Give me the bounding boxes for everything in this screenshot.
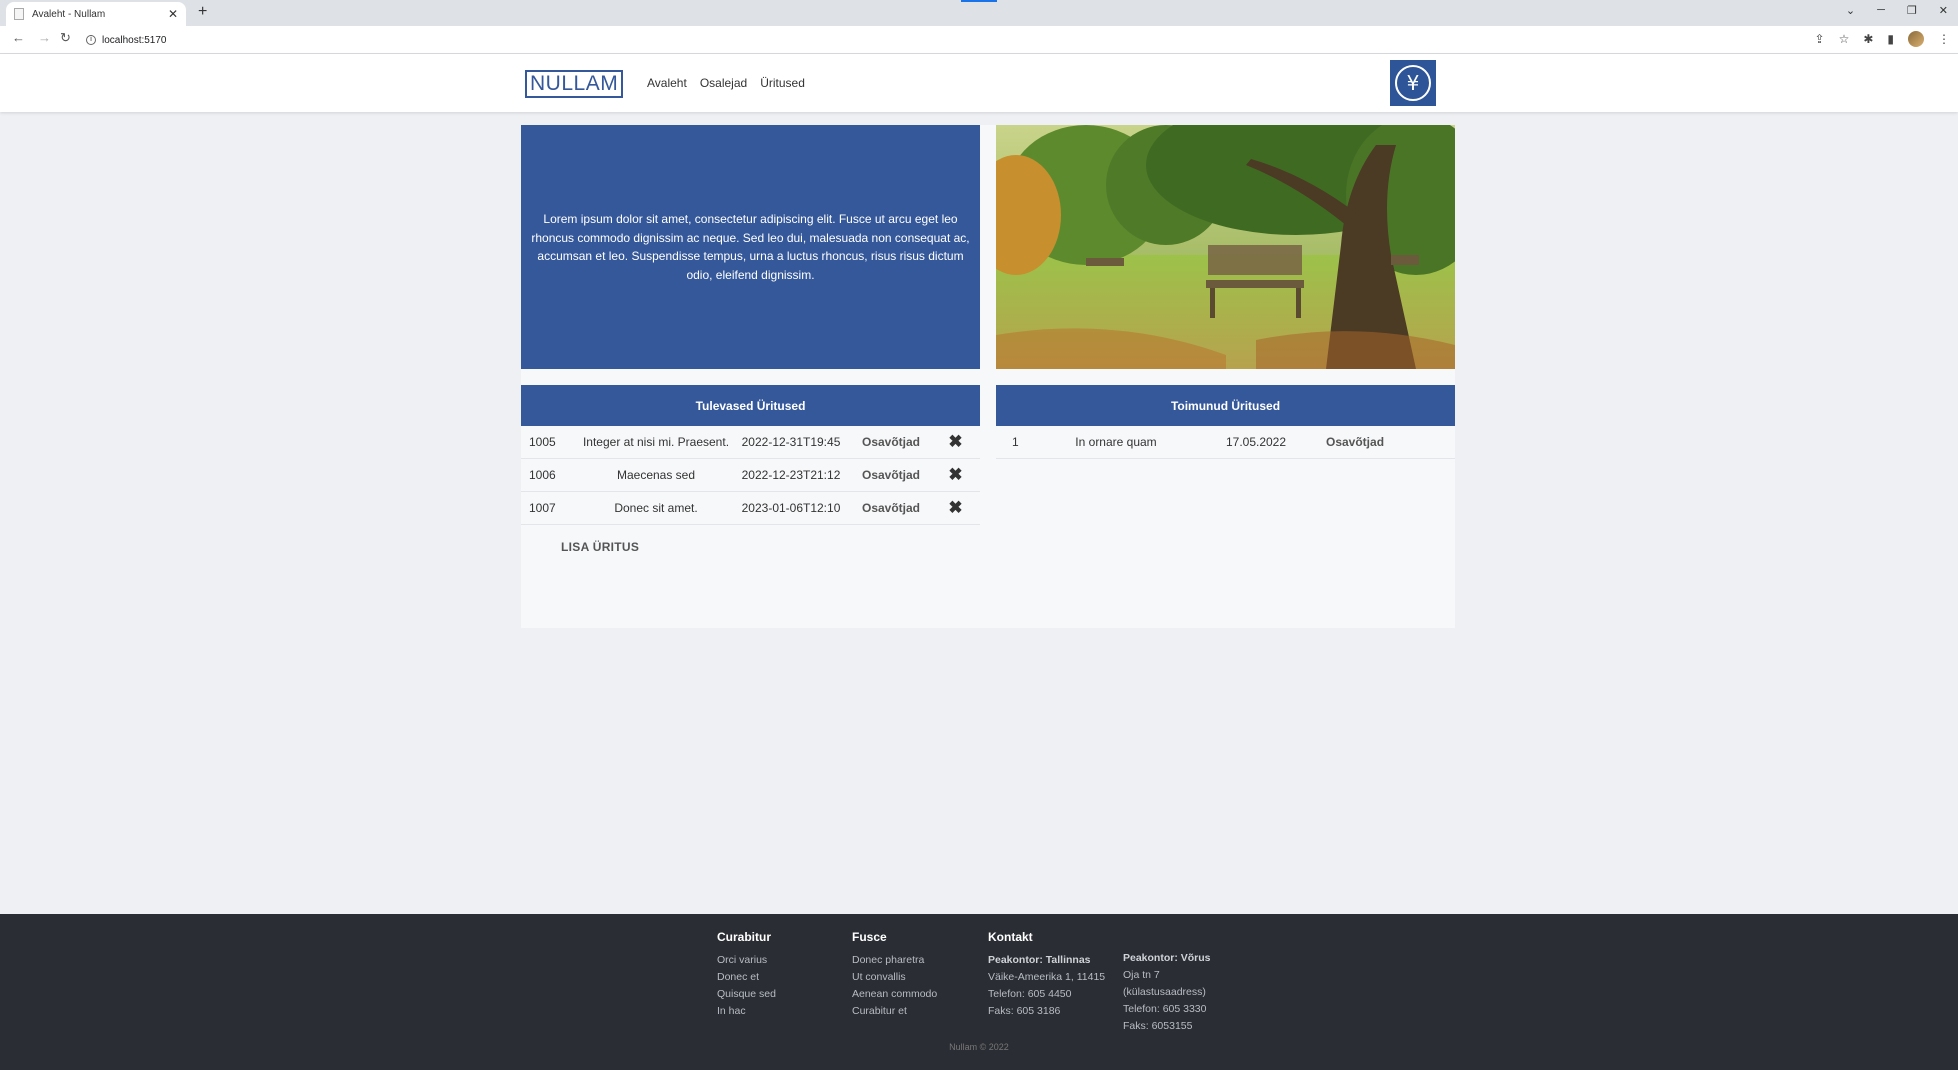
contact-line: Telefon: 605 4450 xyxy=(988,988,1072,1000)
browser-tabbar: Avaleht - Nullam ✕ + ⌄ ─ ❐ ✕ xyxy=(0,0,1958,26)
window-controls: ⌄ ─ ❐ ✕ xyxy=(1846,4,1948,17)
main-nav: Avaleht Osalejad Üritused xyxy=(647,76,805,90)
footer-col-fusce: Fusce Donec pharetra Ut convallis Aenean… xyxy=(852,930,937,1020)
share-icon[interactable]: ⇪ xyxy=(1815,32,1825,46)
participants-link[interactable]: Osavõtjad xyxy=(1306,435,1406,449)
park-bench-image xyxy=(996,125,1455,369)
browser-tab[interactable]: Avaleht - Nullam ✕ xyxy=(6,2,186,26)
footer-heading: Curabitur xyxy=(717,930,771,944)
event-id: 1 xyxy=(1012,435,1019,449)
footer-link[interactable]: Ut convallis xyxy=(852,969,937,986)
side-panel-icon[interactable]: ▮ xyxy=(1887,32,1894,46)
upcoming-events-title: Tulevased Üritused xyxy=(521,385,980,426)
extensions-icon[interactable]: ✱ xyxy=(1863,32,1873,46)
table-row: 1006 Maecenas sed 2022-12-23T21:12 Osavõ… xyxy=(521,459,980,492)
participants-link[interactable]: Osavõtjad xyxy=(851,468,931,482)
event-name: Integer at nisi mi. Praesent. xyxy=(582,435,730,449)
nav-item-osalejad[interactable]: Osalejad xyxy=(700,76,747,90)
browser-toolbar: ← → ↻ i localhost:5170 ⇪ ☆ ✱ ▮ ⋮ xyxy=(0,26,1958,54)
restore-icon[interactable]: ❐ xyxy=(1907,4,1917,17)
close-window-icon[interactable]: ✕ xyxy=(1939,4,1948,17)
event-date: 17.05.2022 xyxy=(1225,435,1287,449)
event-name: In ornare quam xyxy=(1075,435,1157,449)
footer-link[interactable]: Donec pharetra xyxy=(852,952,937,969)
site-logo[interactable]: NULLAM xyxy=(525,70,624,98)
footer-col-voru: Peakontor: Võrus Oja tn 7 (külastusaadre… xyxy=(1123,950,1211,1035)
address-bar[interactable]: i localhost:5170 xyxy=(86,30,1786,50)
footer-link[interactable]: Orci varius xyxy=(717,952,776,969)
tab-title: Avaleht - Nullam xyxy=(32,8,106,20)
page-favicon-icon xyxy=(14,8,24,20)
menu-dots-icon[interactable]: ⋮ xyxy=(1938,32,1950,46)
event-name: Maecenas sed xyxy=(616,468,696,482)
event-id: 1007 xyxy=(529,501,556,515)
site-info-icon[interactable]: i xyxy=(86,35,96,45)
bookmark-star-icon[interactable]: ☆ xyxy=(1839,32,1850,46)
url-text: localhost:5170 xyxy=(102,34,167,46)
footer-col-curabitur: Curabitur Orci varius Donec et Quisque s… xyxy=(717,930,776,1020)
event-date: 2022-12-23T21:12 xyxy=(741,468,841,482)
back-icon[interactable]: ← xyxy=(12,30,25,45)
past-events-panel: Toimunud Üritused 1 In ornare quam 17.05… xyxy=(996,385,1455,459)
contact-line: Faks: 6053155 xyxy=(1123,1020,1193,1032)
past-events-title: Toimunud Üritused xyxy=(996,385,1455,426)
participants-link[interactable]: Osavõtjad xyxy=(851,435,931,449)
contact-line: (külastusaadress) xyxy=(1123,986,1206,998)
footer-link[interactable]: Donec et xyxy=(717,969,776,986)
footer-link[interactable]: Aenean commodo xyxy=(852,986,937,1003)
nav-item-uritused[interactable]: Üritused xyxy=(760,76,805,90)
event-date: 2022-12-31T19:45 xyxy=(741,435,841,449)
footer-col-kontakt: Kontakt Peakontor: Tallinnas Väike-Ameer… xyxy=(988,930,1105,1020)
main-content: Lorem ipsum dolor sit amet, consectetur … xyxy=(521,125,1455,628)
footer-link[interactable]: In hac xyxy=(717,1003,776,1020)
contact-line: Väike-Ameerika 1, 11415 xyxy=(988,971,1106,983)
upcoming-events-panel: Tulevased Üritused 1005 Integer at nisi … xyxy=(521,385,980,525)
event-name: Donec sit amet. xyxy=(614,501,698,515)
new-tab-icon[interactable]: + xyxy=(198,3,207,21)
table-row: 1005 Integer at nisi mi. Praesent. 2022-… xyxy=(521,426,980,459)
footer-heading: Fusce xyxy=(852,930,887,944)
nav-item-avaleht[interactable]: Avaleht xyxy=(647,76,687,90)
event-id: 1005 xyxy=(529,435,556,449)
participants-link[interactable]: Osavõtjad xyxy=(851,501,931,515)
hero-text-block: Lorem ipsum dolor sit amet, consectetur … xyxy=(521,125,980,369)
delete-icon[interactable]: ✖ xyxy=(931,498,980,518)
close-tab-icon[interactable]: ✕ xyxy=(168,7,178,21)
contact-line: Faks: 605 3186 xyxy=(988,1005,1061,1017)
table-row: 1 In ornare quam 17.05.2022 Osavõtjad xyxy=(996,426,1455,459)
tab-search-icon[interactable]: ⌄ xyxy=(1846,4,1855,17)
site-footer: Curabitur Orci varius Donec et Quisque s… xyxy=(0,914,1958,1070)
minimize-icon[interactable]: ─ xyxy=(1877,4,1885,17)
add-event-button[interactable]: LISA ÜRITUS xyxy=(561,540,639,554)
table-row: 1007 Donec sit amet. 2023-01-06T12:10 Os… xyxy=(521,492,980,525)
event-date: 2023-01-06T12:10 xyxy=(741,501,841,515)
office-name: Peakontor: Võrus xyxy=(1123,952,1211,964)
reload-icon[interactable]: ↻ xyxy=(60,30,71,46)
footer-heading: Kontakt xyxy=(988,930,1033,944)
event-id: 1006 xyxy=(529,468,556,482)
forward-icon[interactable]: → xyxy=(38,30,51,45)
delete-icon[interactable]: ✖ xyxy=(931,432,980,452)
tabstrip-accent xyxy=(961,0,997,2)
footer-link[interactable]: Curabitur et xyxy=(852,1003,937,1020)
office-name: Peakontor: Tallinnas xyxy=(988,954,1091,966)
brand-emblem-icon: ¥ xyxy=(1390,60,1436,106)
copyright-text: Nullam © 2022 xyxy=(949,1042,1009,1052)
delete-icon[interactable]: ✖ xyxy=(931,465,980,485)
profile-avatar[interactable] xyxy=(1908,31,1924,47)
footer-link[interactable]: Quisque sed xyxy=(717,986,776,1003)
contact-line: Oja tn 7 xyxy=(1123,969,1160,981)
contact-line: Telefon: 605 3330 xyxy=(1123,1003,1207,1015)
hero-text: Lorem ipsum dolor sit amet, consectetur … xyxy=(531,212,970,282)
toolbar-actions: ⇪ ☆ ✱ ▮ ⋮ xyxy=(1815,31,1950,47)
site-header: NULLAM Avaleht Osalejad Üritused ¥ xyxy=(0,54,1958,112)
